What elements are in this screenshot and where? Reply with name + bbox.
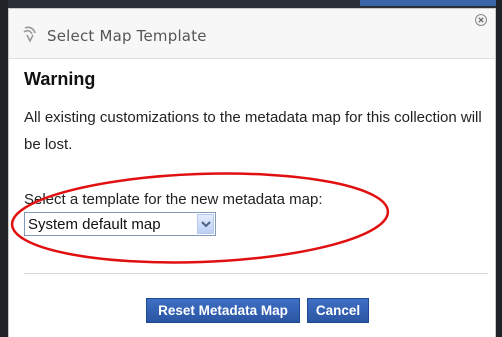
dropdown-arrow[interactable]	[197, 214, 214, 234]
warning-heading: Warning	[24, 69, 96, 89]
settings-gear-icon	[21, 25, 39, 43]
template-select-label: Select a template for the new metadata m…	[24, 191, 323, 208]
chevron-down-icon	[201, 221, 211, 228]
background-frame-right	[496, 0, 502, 337]
select-map-template-dialog: Select Map Template Warning All existing…	[8, 8, 496, 337]
page: Select Map Template Warning All existing…	[0, 0, 502, 337]
background-window-bar	[360, 0, 500, 6]
warning-message: All existing customizations to the metad…	[24, 109, 482, 153]
reset-metadata-map-button[interactable]: Reset Metadata Map	[146, 298, 300, 323]
divider	[24, 273, 488, 274]
background-frame-left	[0, 0, 8, 337]
template-select-value: System default map	[28, 216, 161, 233]
dialog-title: Select Map Template	[47, 27, 207, 45]
cancel-button[interactable]: Cancel	[307, 298, 369, 323]
dialog-header: Select Map Template	[9, 9, 495, 59]
template-select[interactable]: System default map	[24, 212, 216, 236]
close-icon[interactable]	[474, 13, 488, 27]
